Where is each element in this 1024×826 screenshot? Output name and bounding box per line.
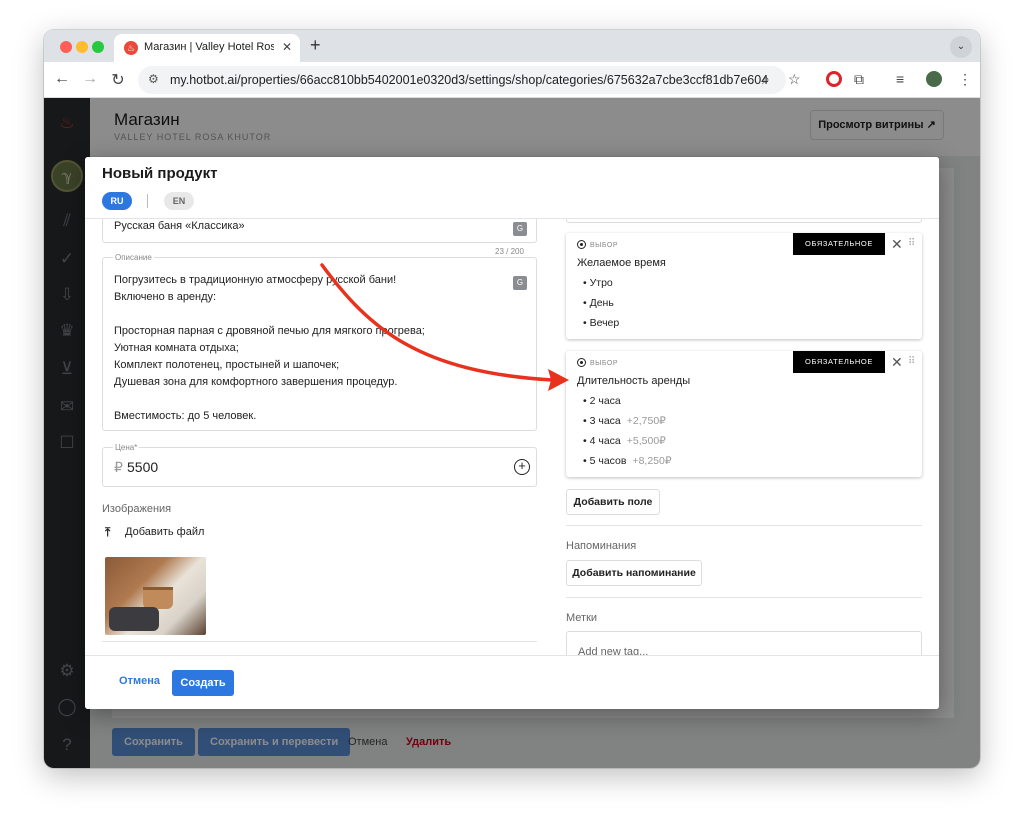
upload-icon: ⤒	[105, 525, 111, 539]
close-window-button[interactable]	[60, 41, 72, 53]
choice-option: • Утро	[583, 277, 613, 289]
lang-tab-ru[interactable]: RU	[102, 192, 132, 210]
tags-label: Метки	[566, 612, 598, 624]
drag-handle-icon[interactable]: ⠿	[908, 356, 915, 367]
opera-extension-icon[interactable]	[826, 71, 842, 87]
profile-avatar[interactable]	[926, 71, 942, 87]
forward-icon[interactable]: →	[80, 70, 100, 88]
description-label: Описание	[113, 253, 154, 262]
modal-body: Русская баня «Классика» G 23 / 200 Описа…	[85, 219, 939, 655]
chevron-down-icon[interactable]: ⌄	[950, 36, 972, 58]
tag-input[interactable]: Add new tag...	[566, 631, 922, 655]
radio-icon	[577, 240, 586, 249]
choice-option: • 2 часа	[583, 395, 621, 407]
divider	[566, 525, 922, 526]
media-queue-icon[interactable]: ≡	[896, 71, 904, 87]
close-icon[interactable]: ✕	[891, 354, 903, 371]
radio-icon	[577, 358, 586, 367]
browser-tab[interactable]: ♨ Магазин | Valley Hotel Rosa Kh ✕	[114, 34, 300, 62]
option-price: +5,500₽	[626, 435, 666, 447]
description-text[interactable]: Погрузитесь в традиционную атмосферу рус…	[114, 272, 504, 425]
tab-title: Магазин | Valley Hotel Rosa Kh	[144, 41, 274, 53]
reload-icon[interactable]: ↻	[108, 70, 128, 90]
option-price: +2,750₽	[626, 415, 666, 427]
more-menu-icon[interactable]: ⋮	[958, 71, 972, 88]
thumb-bucket-shape	[143, 587, 173, 609]
choice-option: • День	[583, 297, 614, 309]
previous-card-edge	[566, 219, 922, 223]
minimize-window-button[interactable]	[76, 41, 88, 53]
currency-symbol: ₽	[114, 459, 123, 475]
back-icon[interactable]: ←	[52, 70, 72, 88]
add-file-label: Добавить файл	[125, 526, 205, 538]
divider	[566, 597, 922, 598]
divider	[102, 641, 537, 642]
choice-title: Желаемое время	[577, 257, 666, 269]
choice-option: • 4 часа +5,500₽	[583, 435, 666, 447]
option-price: +8,250₽	[632, 455, 672, 467]
choice-option: • 5 часов +8,250₽	[583, 455, 672, 467]
maximize-window-button[interactable]	[92, 41, 104, 53]
choice-field-card[interactable]: ВЫБОР ОБЯЗАТЕЛЬНОЕ ПОЛЕ ✕ ⠿ Длительность…	[566, 351, 922, 477]
close-icon[interactable]: ✕	[891, 236, 903, 253]
translate-icon[interactable]: G	[513, 276, 527, 290]
thumb-stones-shape	[109, 607, 159, 631]
reminders-label: Напоминания	[566, 540, 637, 552]
add-field-button[interactable]: Добавить поле	[566, 489, 660, 515]
required-badge: ОБЯЗАТЕЛЬНОЕ ПОЛЕ	[793, 351, 885, 388]
lang-divider	[147, 194, 148, 208]
images-section-label: Изображения	[102, 503, 172, 515]
price-field[interactable]: Цена* ₽ 5500 +	[102, 443, 537, 487]
zoom-icon[interactable]: ⌕	[762, 71, 770, 88]
choice-option: • Вечер	[583, 317, 620, 329]
description-field[interactable]: Описание G Погрузитесь в традиционную ат…	[102, 253, 537, 431]
address-bar[interactable]: ⚙ my.hotbot.ai/properties/66acc810bb5402…	[138, 66, 801, 94]
required-badge: ОБЯЗАТЕЛЬНОЕ ПОЛЕ	[793, 233, 885, 270]
drag-handle-icon[interactable]: ⠿	[908, 238, 915, 249]
tab-strip: ♨ Магазин | Valley Hotel Rosa Kh ✕ + ⌄	[44, 30, 980, 62]
cancel-button[interactable]: Отмена	[119, 675, 160, 687]
price-value[interactable]: 5500	[127, 459, 158, 475]
close-icon[interactable]: ✕	[282, 40, 292, 54]
choice-option: • 3 часа +2,750₽	[583, 415, 666, 427]
product-image-thumbnail[interactable]	[105, 557, 206, 635]
extensions-icon[interactable]: ⧉	[854, 71, 864, 88]
choice-type-label: ВЫБОР	[577, 240, 618, 249]
translate-icon[interactable]: G	[513, 222, 527, 236]
add-circle-icon[interactable]: +	[514, 459, 530, 475]
site-settings-icon[interactable]: ⚙	[148, 72, 159, 86]
bookmark-star-icon[interactable]: ☆	[788, 71, 801, 88]
new-product-modal: Новый продукт RU EN Русская баня «Класси…	[85, 157, 939, 709]
create-button[interactable]: Создать	[172, 670, 234, 696]
modal-header: Новый продукт RU EN	[85, 157, 939, 219]
browser-toolbar: ← → ↻ ⚙ my.hotbot.ai/properties/66acc810…	[44, 62, 980, 98]
choice-type-label: ВЫБОР	[577, 358, 618, 367]
choice-field-card[interactable]: ВЫБОР ОБЯЗАТЕЛЬНОЕ ПОЛЕ ✕ ⠿ Желаемое вре…	[566, 233, 922, 339]
new-tab-icon[interactable]: +	[310, 35, 321, 56]
choice-title: Длительность аренды	[577, 375, 691, 387]
modal-footer: Отмена Создать	[85, 655, 939, 709]
product-name-field[interactable]: Русская баня «Классика» G	[102, 219, 537, 243]
modal-title: Новый продукт	[102, 165, 218, 182]
tag-placeholder: Add new tag...	[578, 646, 649, 655]
name-char-counter: 23 / 200	[495, 247, 524, 256]
add-reminder-button[interactable]: Добавить напоминание	[566, 560, 702, 586]
fire-icon: ♨	[124, 41, 138, 55]
price-label: Цена*	[113, 443, 140, 452]
url-text[interactable]: my.hotbot.ai/properties/66acc810bb540200…	[170, 73, 768, 87]
lang-tab-en[interactable]: EN	[164, 192, 194, 210]
product-name-value[interactable]: Русская баня «Классика»	[114, 220, 245, 232]
